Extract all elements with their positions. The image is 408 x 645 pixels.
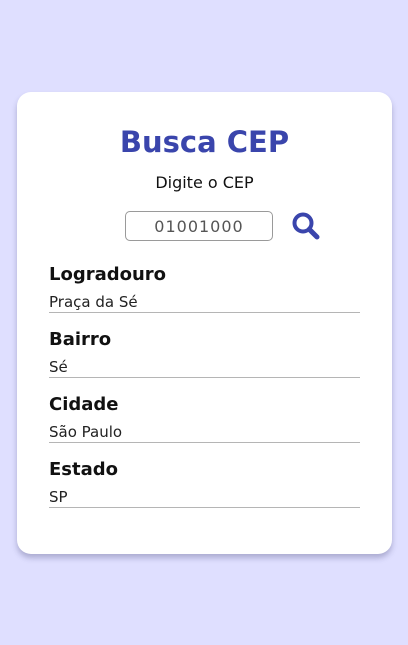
- search-icon: [291, 211, 325, 241]
- cidade-label: Cidade: [49, 394, 119, 415]
- logradouro-value: Praça da Sé: [49, 293, 360, 313]
- search-button[interactable]: [291, 210, 325, 242]
- cep-input[interactable]: [125, 211, 273, 241]
- page-title: Busca CEP: [119, 125, 290, 159]
- estado-field: Estado SP: [49, 458, 360, 508]
- logradouro-field: Logradouro Praça da Sé: [49, 263, 360, 313]
- bairro-field: Bairro Sé: [49, 328, 360, 378]
- cep-card: Busca CEP Digite o CEP Logradouro Praça …: [17, 92, 392, 554]
- cidade-field: Cidade São Paulo: [49, 393, 360, 443]
- cep-prompt: Digite o CEP: [155, 173, 254, 192]
- bairro-value: Sé: [49, 358, 360, 378]
- bairro-label: Bairro: [49, 329, 112, 350]
- cidade-value: São Paulo: [49, 423, 360, 443]
- logradouro-label: Logradouro: [49, 264, 167, 285]
- estado-value: SP: [49, 488, 360, 508]
- estado-label: Estado: [49, 459, 119, 480]
